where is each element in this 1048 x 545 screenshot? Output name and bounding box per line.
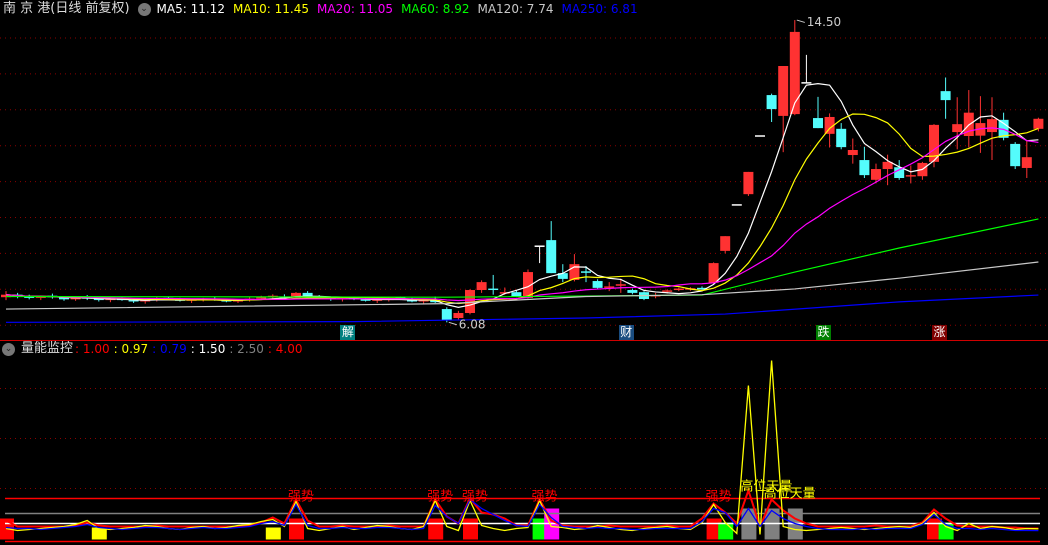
- candle: [534, 245, 545, 264]
- candle: [963, 90, 974, 148]
- candle: [882, 154, 893, 186]
- candle: [789, 20, 800, 116]
- candle-body: [940, 91, 951, 101]
- signal-annotation: 强势: [532, 489, 558, 505]
- candle: [859, 146, 870, 179]
- ma-line-ma20: [5, 127, 1039, 302]
- candle: [940, 77, 951, 119]
- candle-body: [592, 281, 603, 288]
- candle: [546, 221, 557, 274]
- candle: [917, 161, 928, 180]
- candle-body: [720, 236, 731, 251]
- signal-annotation: 强势: [288, 489, 314, 505]
- indicator-line-yellow: [5, 360, 1039, 535]
- candle-body: [859, 160, 870, 176]
- event-tag[interactable]: 涨: [932, 325, 947, 340]
- ma-line-ma10: [5, 113, 1039, 305]
- event-tag[interactable]: 跌: [816, 325, 831, 340]
- candle-body: [1033, 118, 1044, 129]
- candle-body: [708, 263, 719, 283]
- candle: [847, 138, 858, 164]
- candle-body: [488, 288, 499, 291]
- candle-body: [836, 128, 847, 148]
- candle: [743, 171, 754, 196]
- volume-bar: [265, 527, 281, 540]
- candle: [766, 93, 777, 123]
- stock-chart[interactable]: 14.506.08强势 强势 强势 强势 强势高位天量高位天量: [0, 0, 1048, 545]
- candle: [488, 274, 499, 295]
- candle: [1, 291, 11, 301]
- volume-bar: [428, 518, 444, 540]
- candle: [824, 113, 835, 148]
- candle: [592, 279, 603, 290]
- candle: [720, 236, 731, 254]
- volume-bar: [289, 518, 304, 540]
- ma-line-ma120: [5, 261, 1039, 310]
- candle: [905, 165, 916, 184]
- candle-body: [743, 171, 754, 195]
- candle-body: [476, 282, 487, 291]
- event-tag[interactable]: 解: [340, 325, 356, 340]
- volume-bar: [718, 522, 734, 540]
- candle-body: [511, 292, 522, 297]
- pointer-icon: [796, 19, 805, 23]
- signal-annotation: 强势: [427, 489, 453, 505]
- candle-body: [1010, 143, 1021, 167]
- candle-body: [766, 95, 777, 110]
- candle: [581, 265, 591, 283]
- price-extreme-label: 6.08: [459, 317, 486, 331]
- candle-body: [789, 31, 800, 115]
- event-tag[interactable]: 财: [618, 325, 634, 340]
- candle-body: [441, 309, 452, 321]
- signal-annotation: 强势: [706, 489, 732, 505]
- ma-line-ma60: [5, 218, 1039, 298]
- candle: [476, 280, 487, 293]
- candle: [801, 54, 812, 84]
- candle: [813, 96, 823, 129]
- ma-line-ma5: [5, 82, 1039, 309]
- candle-body: [813, 118, 823, 129]
- candle-body: [546, 240, 557, 274]
- volume-bar: [463, 518, 478, 540]
- candle: [1010, 142, 1021, 170]
- candle-body: [987, 119, 997, 133]
- candle-body: [871, 169, 881, 180]
- candle-body: [905, 175, 916, 177]
- pointer-icon: [448, 321, 457, 326]
- candle-body: [778, 66, 789, 116]
- candle: [673, 287, 684, 292]
- price-extreme-label: 14.50: [807, 15, 841, 29]
- signal-annotation: 强势: [462, 489, 488, 505]
- candle: [569, 254, 580, 282]
- signal-annotation: 高位天量: [764, 486, 816, 502]
- candle: [836, 123, 847, 150]
- candle-body: [847, 150, 858, 156]
- candle-body: [627, 290, 638, 293]
- candle-body: [1021, 157, 1032, 168]
- candle-body: [952, 124, 963, 133]
